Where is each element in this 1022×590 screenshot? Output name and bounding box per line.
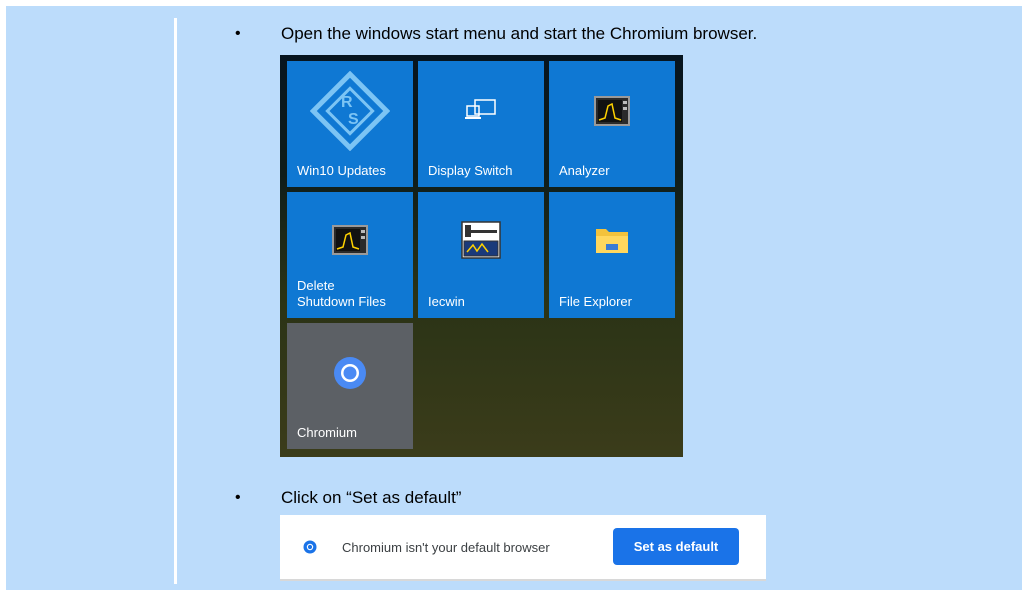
vertical-rule (174, 18, 177, 584)
start-menu: R S Win10 Updates Display Switch Analyze… (280, 55, 683, 457)
step-1-text: Open the windows start menu and start th… (281, 24, 758, 43)
tile-chromium[interactable]: Chromium (287, 323, 413, 449)
chromium-icon (303, 540, 317, 559)
default-browser-infobar: Chromium isn't your default browser Set … (280, 515, 766, 581)
tile-label: Chromium (297, 425, 357, 440)
rs-logo-icon: R S (287, 61, 413, 161)
step-2: • Click on “Set as default” (235, 488, 462, 508)
iecwin-icon (418, 192, 544, 288)
svg-text:S: S (348, 111, 359, 128)
tile-label: Display Switch (428, 163, 513, 178)
infobar-message: Chromium isn't your default browser (342, 540, 550, 555)
analyzer-icon (287, 192, 413, 288)
tile-analyzer[interactable]: Analyzer (549, 61, 675, 187)
folder-icon (549, 192, 675, 288)
tile-delete-shutdown-files[interactable]: Delete Shutdown Files (287, 192, 413, 318)
tile-iecwin[interactable]: Iecwin (418, 192, 544, 318)
bullet-dot: • (235, 489, 241, 506)
tile-label: File Explorer (559, 294, 632, 309)
tile-file-explorer[interactable]: File Explorer (549, 192, 675, 318)
tile-label: Iecwin (428, 294, 465, 309)
step-1: • Open the windows start menu and start … (235, 24, 758, 44)
bullet-dot: • (235, 25, 241, 42)
tile-label: Delete Shutdown Files (297, 278, 386, 309)
chromium-icon (287, 323, 413, 423)
set-as-default-button[interactable]: Set as default (613, 528, 739, 565)
step-2-text: Click on “Set as default” (281, 488, 462, 507)
tile-label: Win10 Updates (297, 163, 386, 178)
tile-display-switch[interactable]: Display Switch (418, 61, 544, 187)
analyzer-icon (549, 61, 675, 161)
tile-label: Analyzer (559, 163, 610, 178)
display-switch-icon (418, 61, 544, 161)
svg-text:R: R (341, 94, 353, 111)
tile-win10-updates[interactable]: R S Win10 Updates (287, 61, 413, 187)
